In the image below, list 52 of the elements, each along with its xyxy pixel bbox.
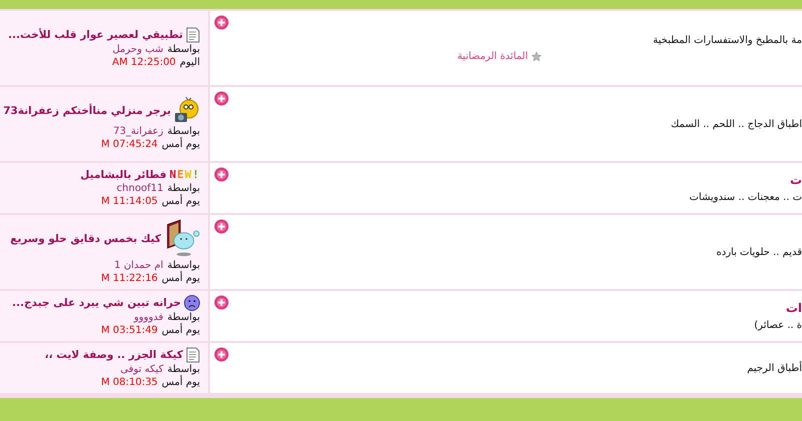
post-time: M 03:51:49 [101,325,158,337]
by-label: بواسطة [167,312,200,323]
author-link[interactable]: chnoof11 [116,182,164,195]
by-label: بواسطة [167,182,200,194]
plus-circle-icon[interactable] [214,347,229,362]
forum-description: قديم .. حلويات بارده [716,246,802,258]
forum-title-link[interactable]: ات [786,301,802,316]
forum-description: ة .. عصائر) [754,320,802,332]
post-day: يوم أمس [162,139,200,151]
document-icon [186,27,200,43]
subforum-link[interactable]: المائدة الرمضانية [457,50,542,62]
by-label: بواسطة [167,364,200,375]
plus-circle-icon[interactable] [214,295,229,310]
post-title-link[interactable]: كيك بخمس دقايق حلو وسريع [10,232,161,246]
plus-circle-icon[interactable] [214,91,229,106]
post-title-link[interactable]: كيكة الجزر .. وصفة لايت ،، [44,348,183,362]
post-day: يوم أمس [162,377,200,389]
post-title-link[interactable]: برجر منزلي مناأختكم زعفرانة73 [3,104,171,118]
book-and-blob-icon [164,219,200,259]
forum-description: ت .. معجنات .. سندويشات [689,192,802,204]
by-label: بواسطة [167,126,200,137]
smiley-with-camera-icon [174,97,200,125]
sad-face-icon [184,295,200,311]
post-title-link[interactable]: تطبيقي لعصير عوار قلب للأخت... [8,28,183,42]
author-link[interactable]: فدوووو [134,312,164,324]
post-day: اليوم [180,57,200,69]
post-time: M 11:14:05 [101,196,158,208]
author-link[interactable]: كيكه توفى [120,364,164,376]
document-icon [186,347,200,363]
by-label: بواسطة [167,44,200,56]
star-icon [531,51,542,62]
post-day: يوم أمس [162,325,200,337]
by-label: بواسطة [167,260,200,271]
forum-description: أطباق الرجيم [747,362,802,374]
post-time: AM 12:25:00 [112,57,176,69]
post-title-link[interactable]: فطائر بالبشاميل [80,168,166,182]
forum-description: اطباق الدجاج .. اللحم .. السمك [670,118,802,130]
plus-circle-icon[interactable] [214,167,229,182]
plus-circle-icon[interactable] [214,15,229,30]
post-title-link[interactable]: حرانه تبين شي يبرد على جبدج... [12,296,181,310]
new-label: NEW! [170,168,200,182]
forum-description: مة بالمطبخ والاستفسارات المطبخية [652,34,802,46]
author-link[interactable]: ام حمدان 1 [114,260,164,272]
plus-circle-icon[interactable] [214,219,229,234]
post-time: M 11:22:16 [101,273,158,285]
author-link[interactable]: شب وحرمل [112,44,164,56]
post-day: يوم أمس [162,196,200,208]
post-time: M 08:10:35 [101,377,158,389]
author-link[interactable]: زعفرانة_73 [113,126,164,138]
forum-title-link[interactable]: ت [790,173,802,188]
post-day: يوم أمس [162,273,200,285]
post-time: M 07:45:24 [101,139,158,151]
